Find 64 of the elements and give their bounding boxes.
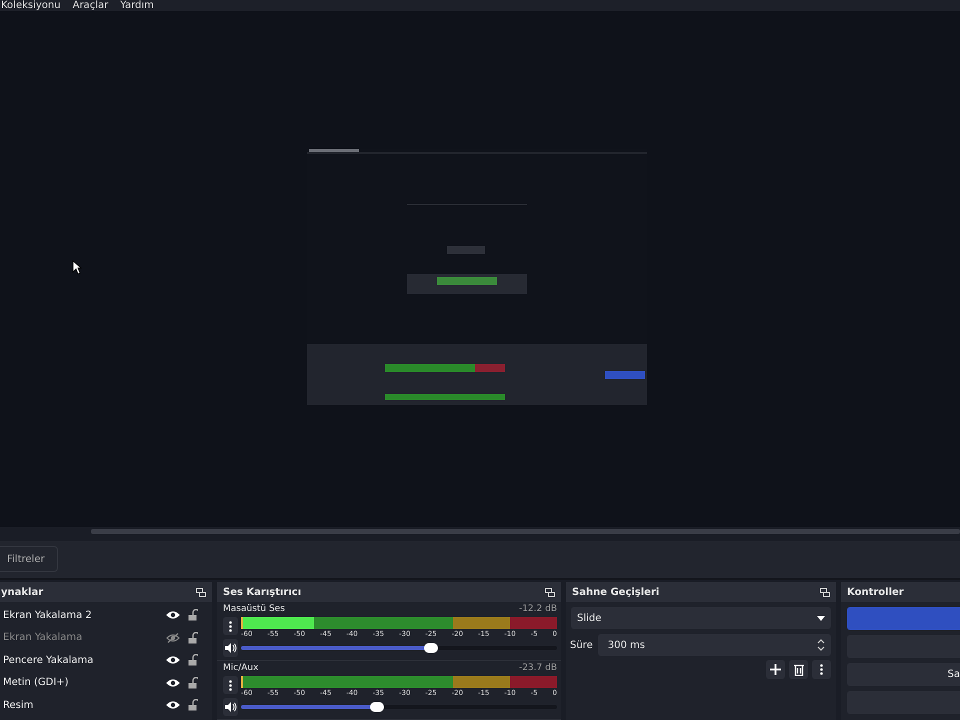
scrollbar-thumb[interactable] xyxy=(91,528,960,534)
unlocked-icon[interactable] xyxy=(188,654,198,666)
kebab-menu-icon xyxy=(229,680,232,690)
meter-zone xyxy=(510,617,557,629)
eye-icon[interactable] xyxy=(166,678,180,688)
speaker-icon xyxy=(224,643,236,653)
channel-reading: -12.2 dB xyxy=(518,604,557,616)
more-options-button[interactable] xyxy=(223,676,238,694)
menu-item[interactable]: Yardım xyxy=(120,0,154,10)
slider-thumb[interactable] xyxy=(424,643,438,653)
source-item[interactable]: Ekran Yakalama xyxy=(0,626,212,649)
volume-slider[interactable] xyxy=(241,705,557,709)
menu-item[interactable]: Koleksiyonu xyxy=(1,0,61,10)
source-name: Ekran Yakalama xyxy=(3,632,84,644)
eye-icon[interactable] xyxy=(166,610,180,620)
source-item[interactable]: Metin (GDI+) xyxy=(0,672,212,694)
more-options-button[interactable] xyxy=(812,660,831,679)
kebab-menu-icon xyxy=(229,620,232,632)
channel-name: Mic/Aux xyxy=(223,663,258,675)
caret-icon xyxy=(817,616,825,620)
delete-button[interactable] xyxy=(789,660,808,679)
filters-button[interactable]: Filtreler xyxy=(0,546,58,572)
duration-field[interactable]: 300 ms xyxy=(598,634,831,656)
menu-item[interactable]: Araçlar xyxy=(72,0,108,10)
meter-zone xyxy=(452,617,510,629)
cursor-icon xyxy=(72,260,82,274)
panel-title: Ses Karıştırıcı xyxy=(223,586,302,598)
trash-icon xyxy=(794,664,804,676)
mute-button[interactable] xyxy=(223,698,238,716)
speaker-icon xyxy=(224,702,236,712)
source-item[interactable]: Pencere Yakalama xyxy=(0,649,212,672)
source-item[interactable]: Resim xyxy=(0,694,212,716)
channel-name: Masaüstü Ses xyxy=(223,604,285,616)
unlocked-icon[interactable] xyxy=(188,632,198,644)
meter-zone xyxy=(510,676,557,688)
unlocked-icon[interactable] xyxy=(188,676,198,689)
panel-title: Sahne Geçişleri xyxy=(572,586,660,598)
channel-reading: -23.7 dB xyxy=(518,663,557,675)
slider-thumb[interactable] xyxy=(370,702,384,712)
add-button[interactable] xyxy=(766,660,785,679)
volume-slider[interactable] xyxy=(241,646,557,650)
source-name: Pencere Yakalama xyxy=(3,654,94,666)
source-name: Metin (GDI+) xyxy=(3,677,70,688)
hidden-eye-icon[interactable] xyxy=(166,632,180,643)
mute-button[interactable] xyxy=(223,639,238,657)
undock-icon[interactable] xyxy=(545,588,555,596)
spinner-arrows-icon[interactable] xyxy=(817,638,825,652)
eye-icon[interactable] xyxy=(166,655,180,666)
transition-dropdown[interactable]: Slide xyxy=(571,607,831,629)
source-name: Ekran Yakalama 2 xyxy=(3,610,93,621)
unlocked-icon[interactable] xyxy=(188,609,198,622)
source-name: Resim xyxy=(3,700,34,711)
unlocked-icon[interactable] xyxy=(188,699,198,712)
source-item[interactable]: Ekran Yakalama 2 xyxy=(0,604,212,626)
undock-icon[interactable] xyxy=(196,588,206,596)
panel-title: Kontroller xyxy=(847,586,904,598)
control-button[interactable]: Sa xyxy=(847,663,960,686)
panel-title: ynaklar xyxy=(1,586,44,598)
undock-icon[interactable] xyxy=(820,588,830,596)
kebab-menu-icon xyxy=(820,664,823,675)
more-options-button[interactable] xyxy=(223,617,238,635)
eye-icon[interactable] xyxy=(166,700,180,710)
duration-label: Süre xyxy=(570,640,593,650)
plus-icon xyxy=(770,664,781,675)
